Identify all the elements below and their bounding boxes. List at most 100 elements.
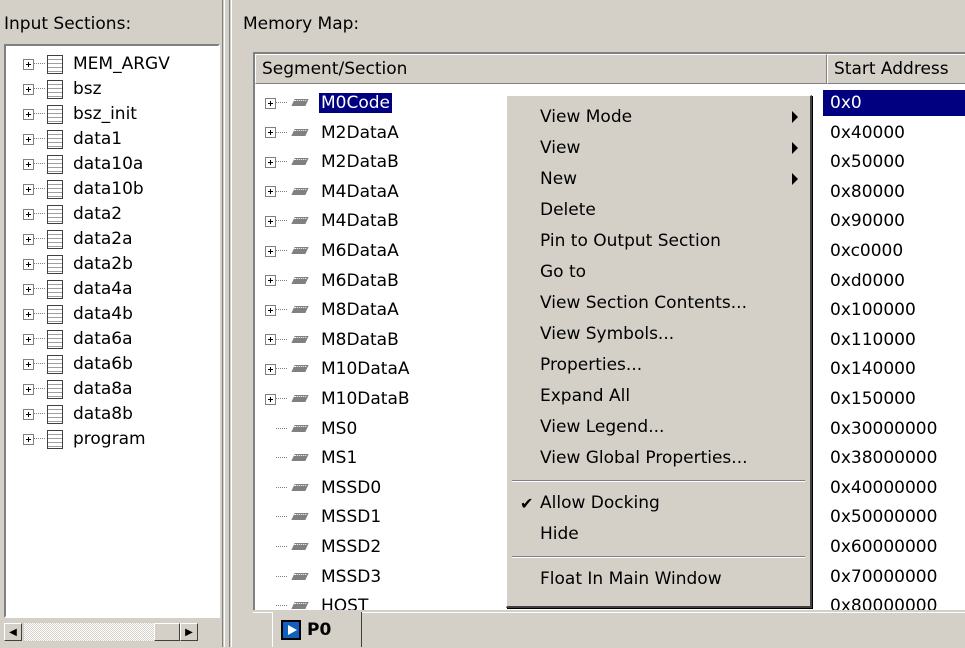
menu-item-pin-to-output-section[interactable]: Pin to Output Section	[507, 226, 810, 256]
expand-icon[interactable]	[265, 127, 276, 139]
table-row[interactable]: MS0	[265, 415, 359, 443]
memory-segment-icon	[291, 600, 309, 610]
table-row[interactable]: M8DataB	[265, 326, 401, 354]
table-row[interactable]: MSSD2	[265, 533, 383, 561]
table-row[interactable]: MSSD3	[265, 563, 383, 591]
expand-icon[interactable]	[265, 186, 276, 198]
menu-item-view[interactable]: View	[507, 133, 810, 163]
expand-icon[interactable]	[23, 208, 34, 220]
table-row[interactable]: MSSD1	[265, 503, 383, 531]
table-row[interactable]: M2DataA	[265, 119, 401, 147]
table-row[interactable]: HOST	[265, 592, 370, 610]
table-row[interactable]: M8DataA	[265, 296, 401, 324]
tree-item[interactable]: data2	[23, 202, 122, 226]
tree-connector	[34, 288, 45, 290]
table-row[interactable]: M2DataB	[265, 148, 401, 176]
expand-icon[interactable]	[23, 408, 34, 420]
tree-item[interactable]: MEM_ARGV	[23, 52, 170, 76]
tree-item[interactable]: data10b	[23, 177, 144, 201]
menu-item-expand-all[interactable]: Expand All	[507, 381, 810, 411]
column-header-segment[interactable]: Segment/Section	[255, 54, 827, 84]
memory-segment-icon	[291, 215, 309, 227]
table-row[interactable]: M4DataA	[265, 178, 401, 206]
expand-icon[interactable]	[23, 108, 34, 120]
input-sections-tree[interactable]: MEM_ARGV bsz bsz_init data1 data10a data10b da…	[4, 44, 220, 618]
expand-icon[interactable]	[265, 304, 276, 316]
expand-icon[interactable]	[23, 183, 34, 195]
column-header-start-address[interactable]: Start Address	[827, 54, 965, 84]
expand-icon[interactable]	[23, 233, 34, 245]
menu-item-view-mode[interactable]: View Mode	[507, 102, 810, 132]
expand-icon[interactable]	[23, 433, 34, 445]
expand-icon[interactable]	[265, 245, 276, 257]
tab-p0[interactable]: P0	[272, 612, 362, 647]
expand-icon[interactable]	[265, 156, 276, 168]
tree-connector	[34, 363, 45, 365]
menu-item-go-to[interactable]: Go to	[507, 257, 810, 287]
table-row[interactable]: M0Code	[265, 89, 393, 117]
tree-item[interactable]: bsz_init	[23, 102, 137, 126]
memory-segment-icon	[291, 541, 309, 553]
table-row[interactable]: MS1	[265, 444, 359, 472]
tree-item[interactable]: data4a	[23, 277, 133, 301]
tree-item[interactable]: data6a	[23, 327, 133, 351]
tree-item[interactable]: program	[23, 427, 146, 451]
scroll-left-button[interactable]: ◀	[4, 623, 22, 641]
tree-connector	[276, 250, 287, 252]
menu-item-view-global-properties[interactable]: View Global Properties...	[507, 443, 810, 473]
menu-item-allow-docking[interactable]: ✔ Allow Docking	[507, 488, 810, 518]
expand-icon[interactable]	[23, 83, 34, 95]
segment-name: M4DataA	[321, 181, 399, 202]
expand-icon[interactable]	[23, 158, 34, 170]
tree-item[interactable]: data8b	[23, 402, 133, 426]
expand-icon[interactable]	[265, 334, 276, 346]
input-sections-hscrollbar[interactable]: ◀ ▶	[4, 622, 220, 642]
tree-item-label: data2	[73, 204, 123, 224]
expand-icon[interactable]	[23, 358, 34, 370]
scroll-track[interactable]	[24, 623, 154, 641]
tree-item[interactable]: data6b	[23, 352, 133, 376]
tree-connector	[34, 313, 45, 315]
segment-name: MS1	[321, 448, 358, 469]
expand-icon[interactable]	[23, 383, 34, 395]
table-row[interactable]: M6DataB	[265, 267, 401, 295]
expand-icon[interactable]	[265, 275, 276, 287]
menu-item-view-section-contents[interactable]: View Section Contents...	[507, 288, 810, 318]
table-row[interactable]: M6DataA	[265, 237, 401, 265]
menu-item-view-symbols[interactable]: View Symbols...	[507, 319, 810, 349]
tree-item[interactable]: bsz	[23, 77, 102, 101]
tree-item[interactable]: data1	[23, 127, 122, 151]
table-row[interactable]: M10DataA	[265, 355, 412, 383]
tree-item[interactable]: data10a	[23, 152, 143, 176]
expand-icon[interactable]	[265, 363, 276, 375]
document-icon	[47, 254, 63, 274]
tree-item[interactable]: data8a	[23, 377, 133, 401]
expand-icon[interactable]	[23, 333, 34, 345]
expand-icon[interactable]	[23, 308, 34, 320]
table-row[interactable]: MSSD0	[265, 474, 383, 502]
expand-icon[interactable]	[23, 283, 34, 295]
scroll-thumb[interactable]	[154, 623, 180, 641]
expand-icon[interactable]	[265, 393, 276, 405]
expand-icon[interactable]	[23, 58, 34, 70]
tree-item[interactable]: data4b	[23, 302, 133, 326]
pane-splitter[interactable]	[222, 0, 225, 647]
expand-icon[interactable]	[265, 97, 276, 109]
segment-name: MSSD0	[321, 477, 382, 498]
segment-name: M8DataA	[321, 300, 399, 321]
expand-icon[interactable]	[23, 258, 34, 270]
menu-item-float-in-main-window[interactable]: Float In Main Window	[507, 564, 810, 594]
menu-item-new[interactable]: New	[507, 164, 810, 194]
menu-item-properties[interactable]: Properties...	[507, 350, 810, 380]
expand-icon[interactable]	[23, 133, 34, 145]
menu-item-delete[interactable]: Delete	[507, 195, 810, 225]
table-row[interactable]: M4DataB	[265, 207, 401, 235]
tree-item[interactable]: data2b	[23, 252, 133, 276]
tree-item[interactable]: data2a	[23, 227, 133, 251]
menu-item-view-legend[interactable]: View Legend...	[507, 412, 810, 442]
scroll-right-button[interactable]: ▶	[180, 623, 198, 641]
menu-item-hide[interactable]: Hide	[507, 519, 810, 549]
expand-icon[interactable]	[265, 215, 276, 227]
menu-item-label: Float In Main Window	[540, 569, 722, 589]
table-row[interactable]: M10DataB	[265, 385, 412, 413]
